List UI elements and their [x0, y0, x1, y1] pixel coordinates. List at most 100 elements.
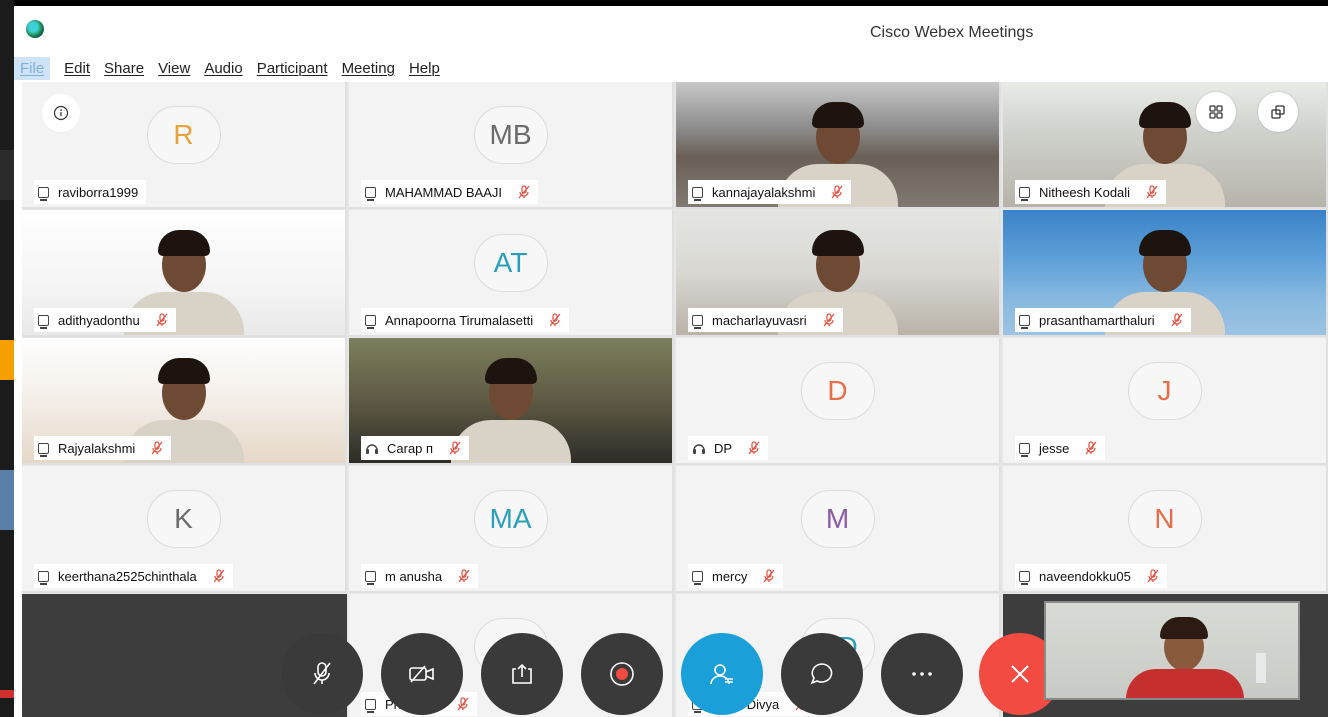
participant-tile[interactable]: AT Annapoorna Tirumalasetti: [349, 210, 674, 337]
info-button[interactable]: [42, 94, 80, 132]
participant-name-label: kannajayalakshmi: [688, 180, 852, 204]
participant-tile[interactable]: Mmercy: [676, 466, 1001, 593]
participant-avatar: D: [800, 362, 875, 420]
computer-icon: [692, 570, 703, 585]
participant-name: MAHAMMAD BAAJI: [385, 184, 503, 200]
participant-name: jesse: [1039, 440, 1070, 456]
popout-icon: [1271, 105, 1285, 119]
computer-icon: [1019, 314, 1030, 329]
grid-icon: [1209, 105, 1223, 119]
participant-tile[interactable]: prasanthamarthaluri: [1003, 210, 1328, 337]
mic-muted-icon: [1146, 185, 1158, 199]
more-icon: [912, 672, 932, 676]
participant-name: m anusha: [385, 568, 443, 584]
participant-name: mercy: [712, 568, 748, 584]
menu-share[interactable]: Share: [104, 60, 144, 77]
webex-logo-icon: [26, 20, 44, 38]
participant-name: raviborra1999: [58, 184, 139, 200]
computer-icon: [38, 442, 49, 457]
mic-muted-icon: [549, 313, 561, 327]
mic-muted-icon: [449, 441, 461, 455]
participant-name: macharlayuvasri: [712, 312, 807, 328]
participant-tile[interactable]: D DP: [676, 338, 1001, 465]
participant-name: DP: [714, 440, 733, 456]
participant-name: Annapoorna Tirumalasetti: [385, 312, 534, 328]
participant-tile[interactable]: Rajyalakshmi: [22, 338, 347, 465]
participant-name-label: m anusha: [361, 564, 479, 588]
menu-file[interactable]: File: [14, 56, 51, 80]
menu-participant[interactable]: Participant: [257, 60, 328, 77]
participant-avatar: MB: [473, 106, 548, 164]
mic-muted-icon: [156, 313, 168, 327]
close-icon: [1011, 665, 1029, 683]
participant-name-label: prasanthamarthaluri: [1015, 308, 1191, 332]
computer-icon: [38, 570, 49, 585]
computer-icon: [38, 186, 49, 201]
participant-tile[interactable]: Kkeerthana2525chinthala: [22, 466, 347, 593]
participant-name: Nitheesh Kodali: [1039, 184, 1131, 200]
mic-muted-icon: [1147, 569, 1159, 583]
participant-name-label: raviborra1999: [34, 180, 147, 204]
participant-tile[interactable]: Jjesse: [1003, 338, 1328, 465]
phone-icon: [365, 441, 379, 455]
participant-tile[interactable]: kannajayalakshmi: [676, 82, 1001, 209]
participant-tile[interactable]: MB MAHAMMAD BAAJI: [349, 82, 674, 209]
menu-meeting[interactable]: Meeting: [342, 60, 395, 77]
background-desktop: [0, 0, 14, 717]
participant-name: adithyadonthu: [58, 312, 140, 328]
mic-muted-icon: [1171, 313, 1183, 327]
menu-audio[interactable]: Audio: [204, 60, 242, 77]
mute-button[interactable]: [281, 633, 363, 715]
participant-tile[interactable]: macharlayuvasri: [676, 210, 1001, 337]
chat-button[interactable]: [781, 633, 863, 715]
title-bar: Cisco Webex Meetings: [14, 6, 1328, 54]
more-button[interactable]: [881, 633, 963, 715]
mic-muted-icon: [457, 697, 469, 711]
participant-tile[interactable]: MA m anusha: [349, 466, 674, 593]
participant-tile[interactable]: Nnaveendokku05: [1003, 466, 1328, 593]
participant-name-label: mercy: [688, 564, 784, 588]
participant-avatar: MA: [473, 490, 548, 548]
mic-muted-icon: [831, 185, 843, 199]
self-view-video[interactable]: [1044, 601, 1300, 700]
computer-icon: [365, 314, 376, 329]
share-button[interactable]: [481, 633, 563, 715]
grid-layout-button[interactable]: [1196, 92, 1236, 132]
mic-muted-icon: [518, 185, 530, 199]
chat-icon: [810, 663, 833, 685]
participant-name: prasanthamarthaluri: [1039, 312, 1155, 328]
participant-avatar: K: [146, 490, 221, 548]
participant-name: naveendokku05: [1039, 568, 1131, 584]
participant-tile[interactable]: adithyadonthu: [22, 210, 347, 337]
menu-help[interactable]: Help: [409, 60, 440, 77]
computer-icon: [38, 314, 49, 329]
participant-avatar: N: [1127, 490, 1202, 548]
computer-icon: [1019, 570, 1030, 585]
record-button[interactable]: [581, 633, 663, 715]
participant-tile[interactable]: Carap п: [349, 338, 674, 465]
video-off-icon: [409, 665, 434, 683]
video-button[interactable]: [381, 633, 463, 715]
share-icon: [512, 663, 532, 684]
participant-name-label: MAHAMMAD BAAJI: [361, 180, 539, 204]
participant-avatar: J: [1127, 362, 1202, 420]
computer-icon: [365, 570, 376, 585]
menu-edit[interactable]: Edit: [64, 60, 90, 77]
mic-muted-icon: [763, 569, 775, 583]
participant-name-label: Rajyalakshmi: [34, 436, 172, 460]
participant-avatar: AT: [473, 234, 548, 292]
menu-view[interactable]: View: [158, 60, 190, 77]
participant-name: Rajyalakshmi: [58, 440, 136, 456]
mic-muted-icon: [748, 441, 760, 455]
participant-avatar: M: [800, 490, 875, 548]
phone-icon: [692, 441, 706, 455]
mic-muted-icon: [823, 313, 835, 327]
participant-name: keerthana2525chinthala: [58, 568, 197, 584]
participant-name-label: Nitheesh Kodali: [1015, 180, 1167, 204]
participant-name-label: naveendokku05: [1015, 564, 1167, 588]
participants-button[interactable]: [681, 633, 763, 715]
participant-name-label: Carap п: [361, 436, 470, 460]
info-icon: [53, 105, 69, 121]
participant-name-label: keerthana2525chinthala: [34, 564, 233, 588]
popout-button[interactable]: [1258, 92, 1298, 132]
